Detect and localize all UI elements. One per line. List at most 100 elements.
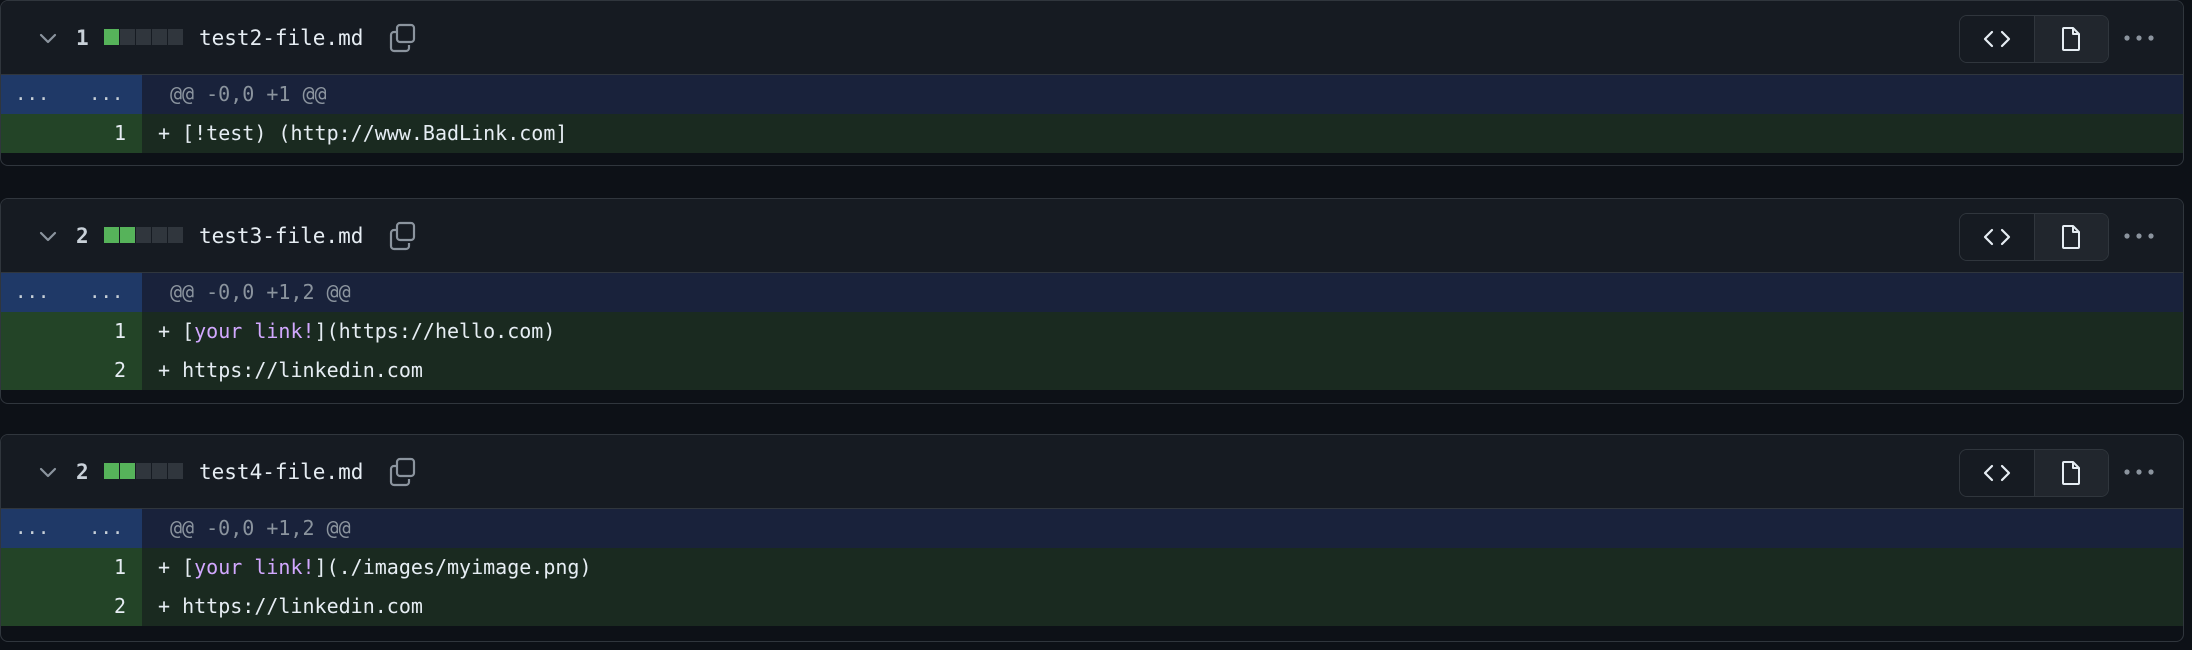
diffstat-neutral-block: [136, 227, 151, 243]
diffstat-neutral-block: [136, 463, 151, 479]
added-line: 1 + [your link!](./images/myimage.png): [1, 548, 2183, 587]
file-icon: [2062, 461, 2081, 485]
file-header: 2 test3-file.md: [1, 199, 2183, 273]
file-name[interactable]: test3-file.md: [199, 219, 363, 253]
hunk-header: @@ -0,0 +1,2 @@: [142, 509, 2183, 548]
plus-sign: +: [158, 121, 183, 145]
file-name[interactable]: test4-file.md: [199, 455, 363, 489]
more-options-button[interactable]: [2119, 455, 2159, 489]
file-view-button[interactable]: [2034, 16, 2108, 62]
code-text-tail: ](https://hello.com): [314, 319, 556, 343]
copy-icon[interactable]: [386, 21, 420, 55]
expand-left[interactable]: ...: [15, 509, 49, 548]
file-icon: [2062, 27, 2081, 51]
code-text: [: [182, 555, 195, 579]
more-options-button[interactable]: [2119, 21, 2159, 55]
expand-right[interactable]: ...: [89, 509, 123, 548]
diffstat-neutral-block: [152, 227, 167, 243]
hunk-header-row: ... ... @@ -0,0 +1,2 @@: [1, 509, 2183, 548]
file-header: 2 test4-file.md: [1, 435, 2183, 509]
hunk-expand-gutter[interactable]: ... ...: [1, 75, 142, 114]
plus-sign: +: [158, 555, 183, 579]
code-text: https://linkedin.com: [182, 594, 423, 618]
code-view-button[interactable]: [1960, 214, 2035, 260]
added-line: 2 + https://linkedin.com: [1, 587, 2183, 626]
file-view-button[interactable]: [2034, 214, 2108, 260]
link-text: your link!: [194, 555, 315, 579]
plus-sign: +: [158, 594, 183, 618]
diffstat-added-block: [104, 29, 119, 45]
hunk-expand-gutter[interactable]: ... ...: [1, 273, 142, 312]
hunk-header-row: ... ... @@ -0,0 +1 @@: [1, 75, 2183, 114]
line-content: + https://linkedin.com: [142, 351, 2183, 390]
plus-sign: +: [158, 319, 183, 343]
file-view-button[interactable]: [2034, 450, 2108, 496]
code-icon: [1983, 228, 2010, 246]
diffstat: [104, 227, 183, 243]
diffstat-added-block: [104, 463, 119, 479]
plus-sign: +: [158, 358, 183, 382]
more-options-button[interactable]: [2119, 219, 2159, 253]
kebab-horizontal-icon: [2124, 35, 2154, 41]
diffstat-neutral-block: [168, 463, 183, 479]
diffstat-added-block: [120, 463, 135, 479]
diffstat-added-block: [120, 227, 135, 243]
diff-file-test2: 1 test2-file.md ... ... @@ -0,0 +1 @@ 1 …: [0, 0, 2184, 166]
diff-file-test4: 2 test4-file.md ... ... @@ -0,0 +1,2 @@ …: [0, 434, 2184, 642]
diffstat-added-block: [104, 227, 119, 243]
code-view-button[interactable]: [1960, 16, 2035, 62]
diff-file-test3: 2 test3-file.md ... ... @@ -0,0 +1,2 @@ …: [0, 198, 2184, 404]
code-text: https://linkedin.com: [182, 358, 423, 382]
expand-left[interactable]: ...: [15, 273, 49, 312]
diffstat-neutral-block: [168, 227, 183, 243]
diffstat: [104, 463, 183, 479]
code-text: [: [182, 319, 195, 343]
code-text: [!test) (http://www.BadLink.com]: [182, 121, 568, 145]
diffstat-neutral-block: [152, 29, 167, 45]
line-content: + [!test) (http://www.BadLink.com]: [142, 114, 2183, 153]
copy-icon[interactable]: [386, 455, 420, 489]
file-icon: [2062, 225, 2081, 249]
chevron-down-icon[interactable]: [37, 225, 59, 247]
view-toggle: [1959, 15, 2109, 63]
code-text-tail: ](./images/myimage.png): [314, 555, 592, 579]
change-count: 2: [76, 460, 89, 484]
line-number[interactable]: 2: [1, 587, 142, 626]
kebab-horizontal-icon: [2124, 469, 2154, 475]
code-view-button[interactable]: [1960, 450, 2035, 496]
copy-icon[interactable]: [386, 219, 420, 253]
expand-left[interactable]: ...: [15, 75, 49, 114]
chevron-down-icon[interactable]: [37, 27, 59, 49]
diffstat: [104, 29, 183, 45]
change-count: 1: [76, 26, 89, 50]
code-icon: [1983, 464, 2010, 482]
expand-right[interactable]: ...: [89, 273, 123, 312]
line-number[interactable]: 2: [1, 351, 142, 390]
kebab-horizontal-icon: [2124, 233, 2154, 239]
change-count: 2: [76, 224, 89, 248]
line-content: + https://linkedin.com: [142, 587, 2183, 626]
added-line: 1 + [your link!](https://hello.com): [1, 312, 2183, 351]
diffstat-neutral-block: [136, 29, 151, 45]
line-number[interactable]: 1: [1, 114, 142, 153]
diffstat-neutral-block: [120, 29, 135, 45]
hunk-expand-gutter[interactable]: ... ...: [1, 509, 142, 548]
diffstat-neutral-block: [168, 29, 183, 45]
file-header: 1 test2-file.md: [1, 1, 2183, 75]
chevron-down-icon[interactable]: [37, 461, 59, 483]
view-toggle: [1959, 213, 2109, 261]
diffstat-neutral-block: [152, 463, 167, 479]
hunk-header: @@ -0,0 +1,2 @@: [142, 273, 2183, 312]
link-text: your link!: [194, 319, 315, 343]
hunk-header: @@ -0,0 +1 @@: [142, 75, 2183, 114]
file-name[interactable]: test2-file.md: [199, 21, 363, 55]
hunk-header-row: ... ... @@ -0,0 +1,2 @@: [1, 273, 2183, 312]
line-content: + [your link!](./images/myimage.png): [142, 548, 2183, 587]
line-number[interactable]: 1: [1, 548, 142, 587]
added-line: 1 + [!test) (http://www.BadLink.com]: [1, 114, 2183, 153]
added-line: 2 + https://linkedin.com: [1, 351, 2183, 390]
line-number[interactable]: 1: [1, 312, 142, 351]
expand-right[interactable]: ...: [89, 75, 123, 114]
view-toggle: [1959, 449, 2109, 497]
line-content: + [your link!](https://hello.com): [142, 312, 2183, 351]
